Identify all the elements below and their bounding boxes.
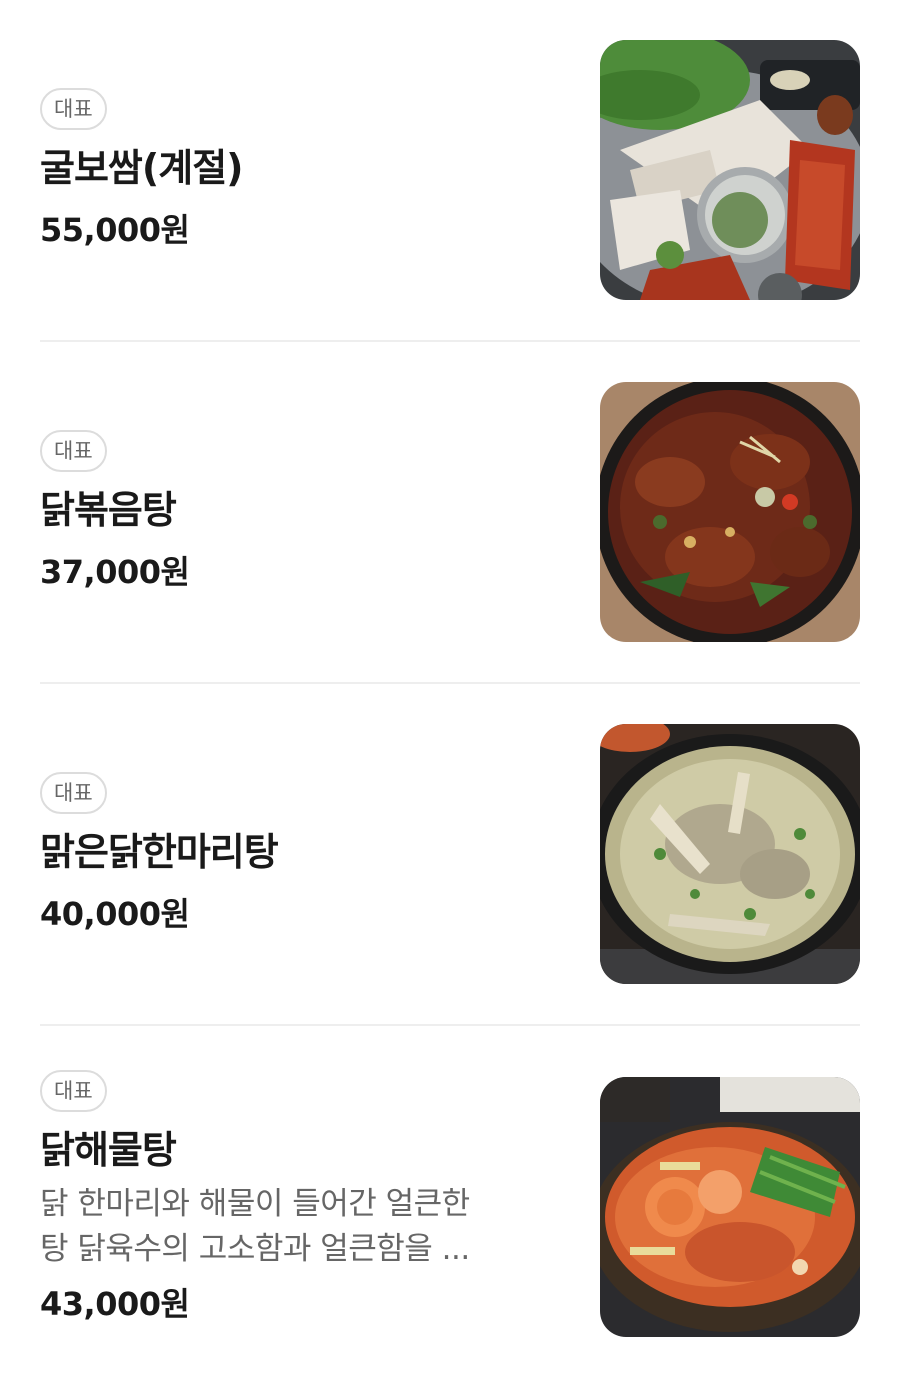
signature-badge: 대표	[40, 772, 107, 814]
menu-item-info: 대표 맑은닭한마리탕 40,000원	[40, 772, 570, 934]
menu-item-name: 닭해물탕	[40, 1128, 177, 1172]
description-line: 탕 닭육수의 고소함과 얼큰함을 ...	[40, 1231, 470, 1267]
menu-item-name: 맑은닭한마리탕	[40, 830, 279, 874]
menu-item-clear-chicken-soup[interactable]: 대표 맑은닭한마리탕 40,000원	[40, 684, 860, 1024]
braised-chicken-stew-photo[interactable]	[600, 382, 860, 642]
menu-list: 대표 굴보쌈(계절) 55,000원 대표 닭볶음탕 37,000원 대표 맑은…	[0, 0, 900, 1388]
menu-item-price: 37,000원	[40, 553, 190, 591]
signature-badge: 대표	[40, 88, 107, 130]
menu-item-price: 40,000원	[40, 895, 190, 933]
menu-item-info: 대표 굴보쌈(계절) 55,000원	[40, 88, 570, 250]
clear-chicken-soup-photo[interactable]	[600, 724, 860, 984]
menu-item-price: 43,000원	[40, 1285, 190, 1323]
menu-item-price: 55,000원	[40, 211, 190, 249]
menu-item-name: 닭볶음탕	[40, 488, 177, 532]
menu-item-dakbokkeumtang[interactable]: 대표 닭볶음탕 37,000원	[40, 342, 860, 682]
description-line: 닭 한마리와 해물이 들어간 얼큰한	[40, 1186, 470, 1222]
chicken-seafood-stew-photo[interactable]	[600, 1077, 860, 1337]
menu-item-description: 닭 한마리와 해물이 들어간 얼큰한 탕 닭육수의 고소함과 얼큰함을 ...	[40, 1182, 570, 1272]
signature-badge: 대표	[40, 430, 107, 472]
menu-item-gul-bossam[interactable]: 대표 굴보쌈(계절) 55,000원	[40, 0, 860, 340]
menu-item-info: 대표 닭볶음탕 37,000원	[40, 430, 570, 592]
signature-badge: 대표	[40, 1070, 107, 1112]
menu-item-info: 대표 닭해물탕 닭 한마리와 해물이 들어간 얼큰한 탕 닭육수의 고소함과 얼…	[40, 1070, 570, 1324]
bossam-dish-photo[interactable]	[600, 40, 860, 300]
menu-item-chicken-seafood-stew[interactable]: 대표 닭해물탕 닭 한마리와 해물이 들어간 얼큰한 탕 닭육수의 고소함과 얼…	[40, 1026, 860, 1388]
menu-item-name: 굴보쌈(계절)	[40, 146, 244, 190]
